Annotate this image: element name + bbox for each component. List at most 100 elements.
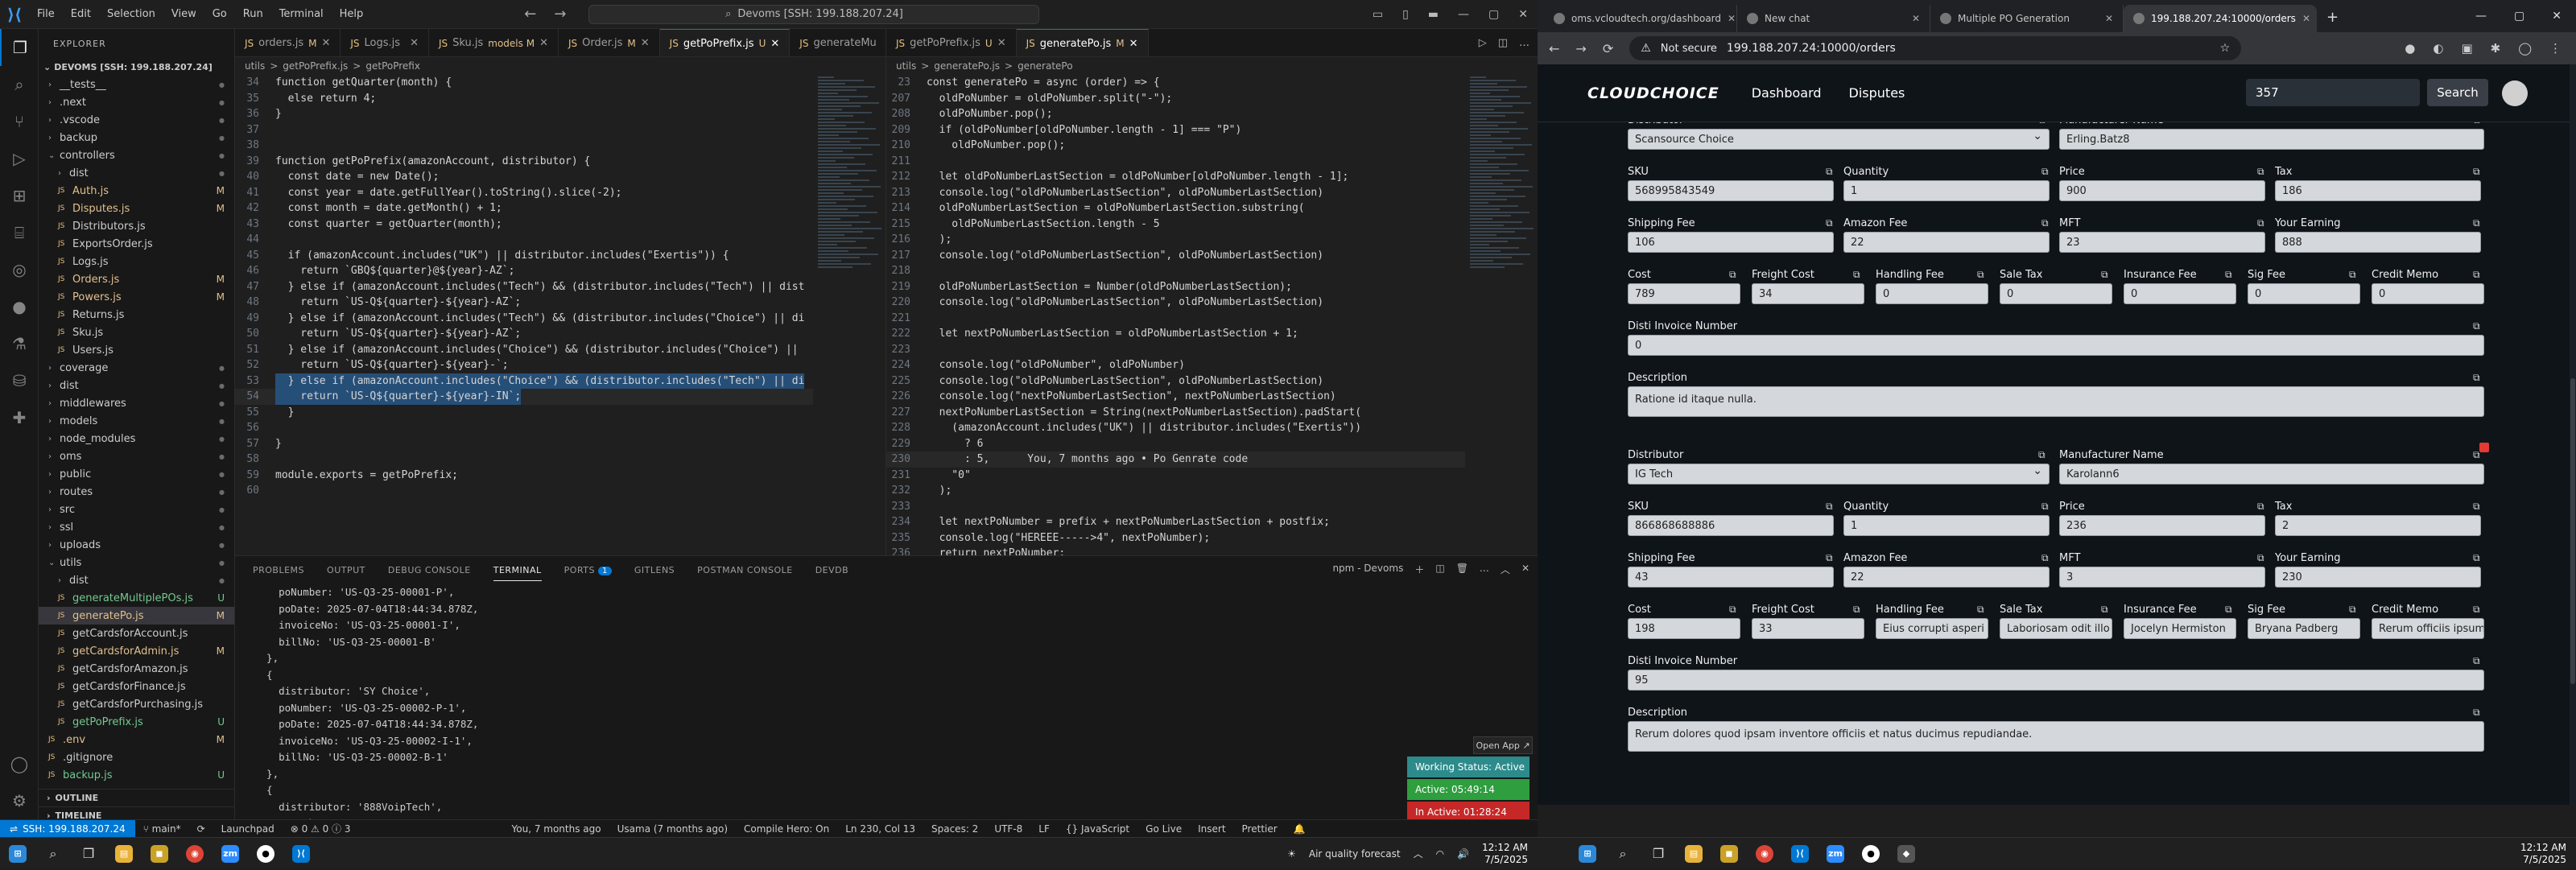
close-icon[interactable]: ✕ [641,37,650,49]
field-your-earning[interactable]: 230 [2275,567,2481,588]
postman-icon[interactable]: ● [0,288,39,325]
copy-icon[interactable]: ⧉ [2473,122,2480,126]
field-sku[interactable]: 866868688886 [1628,515,1834,536]
command-center[interactable]: ⌕ Devoms [SSH: 199.188.207.24] [588,4,1040,24]
tree-item[interactable]: › .vscode ● [39,111,234,129]
field-sku[interactable]: 568995843549 [1628,180,1834,201]
code-line[interactable]: 209 if (oldPoNumber[oldPoNumber.length -… [886,122,1538,138]
code-line[interactable]: 221 [886,311,1538,327]
search-icon[interactable]: ⌕ [35,838,71,870]
database-icon[interactable]: ⛁ [0,362,39,399]
extensions-icon[interactable]: ⊞ [0,177,39,214]
copy-icon[interactable]: ⧉ [1853,269,1860,281]
breadcrumb-item[interactable]: getPoPrefix.js [283,60,348,72]
breadcrumb-item[interactable]: utils [896,60,916,72]
account-icon[interactable]: ◯ [0,745,39,782]
close-icon[interactable]: ✕ [770,38,779,50]
split-icon[interactable]: ◫ [1498,37,1508,49]
tree-item[interactable]: › dist ● [39,164,234,182]
copy-icon[interactable]: ⧉ [1853,604,1860,616]
editor-tab[interactable]: JS getPoPrefix.js U ✕ [659,29,791,56]
testing-icon[interactable]: ⚗ [0,325,39,362]
code-line[interactable]: 51 } else if (amazonAccount.includes("Ch… [235,342,886,358]
tree-item[interactable]: JS Powers.js M [39,288,234,306]
close-icon[interactable]: ✕ [1129,38,1138,50]
run-debug-icon[interactable]: ▷ [0,140,39,177]
browser-tab[interactable]: Multiple PO Generation ✕ [1930,5,2124,32]
code-line[interactable]: 56 [235,420,886,436]
copy-icon[interactable]: ⧉ [1826,166,1833,178]
code-line[interactable]: 52 return `US-Q${quarter}-${year}-`; [235,357,886,373]
tree-item[interactable]: › ssl ● [39,518,234,536]
code-line[interactable]: 37 [235,122,886,138]
field-cost[interactable]: 789 [1628,283,1740,304]
add-terminal-icon[interactable]: ＋ [1414,563,1424,576]
tree-item[interactable]: › oms ● [39,447,234,465]
close-icon[interactable]: ✕ [1518,8,1528,21]
address-bar[interactable]: ⚠ Not secure 199.188.207.24:10000/orders… [1629,36,2242,60]
file-explorer-icon[interactable]: ▤ [1676,838,1711,870]
code-line[interactable]: 40 const date = new Date(); [235,169,886,185]
code-line[interactable]: 42 const month = date.getMonth() + 1; [235,200,886,216]
breadcrumb-item[interactable]: generatePo.js [934,60,1000,72]
field-mft[interactable]: 23 [2059,232,2265,253]
copy-icon[interactable]: ⧉ [1826,501,1833,513]
launchpad[interactable]: Launchpad [213,823,283,835]
code-editor-left[interactable]: 34 function getQuarter(month) {35 else re… [235,75,886,499]
copy-icon[interactable]: ⧉ [2041,217,2049,229]
explorer-icon[interactable]: ❐ [0,29,39,66]
windows-start-icon[interactable]: ⊞ [0,838,35,870]
minimap-left[interactable] [813,75,886,555]
copy-icon[interactable]: ⧉ [2101,269,2108,281]
panel-tab-devdb[interactable]: DEVDB [815,565,848,575]
tree-item[interactable]: JS ExportsOrder.js [39,235,234,253]
code-editor-right[interactable]: 23 const generatePo = async (order) => {2… [886,75,1538,562]
page-scrollbar-thumb[interactable] [2570,378,2575,684]
field-amazon-fee[interactable]: 22 [1843,232,2050,253]
prettier[interactable]: Prettier [1234,823,1286,835]
panel-tab-problems[interactable]: PROBLEMS [253,565,304,575]
compile-hero[interactable]: Compile Hero: On [736,823,837,835]
panel-tab-postman-console[interactable]: POSTMAN CONSOLE [697,565,793,575]
copy-icon[interactable]: ⧉ [2473,707,2480,719]
close-icon[interactable]: ✕ [410,37,419,49]
tree-item[interactable]: › dist ● [39,571,234,589]
workspace-root[interactable]: ⌄ DEVOMS [SSH: 199.188.207.24] [39,58,234,76]
copy-icon[interactable]: ⧉ [2041,166,2049,178]
back-icon[interactable]: ← [1549,41,1559,56]
branch-indicator[interactable]: ⑂ main* [135,823,189,835]
terminal-output[interactable]: poNumber: 'US-Q3-25-00001-P', poDate: 20… [235,584,1538,848]
panel-tab-output[interactable]: OUTPUT [327,565,365,575]
task-view-icon[interactable]: ❐ [1641,838,1676,870]
run-icon[interactable]: ▷ [1479,37,1487,49]
code-line[interactable]: 38 [235,138,886,154]
field-insurance-fee[interactable]: 0 [2124,283,2236,304]
puzzle-icon[interactable]: ✱ [2491,41,2501,56]
code-line[interactable]: 212 let oldPoNumberLastSection = oldPoNu… [886,169,1538,185]
reload-icon[interactable]: ⟳ [1603,41,1613,56]
copy-icon[interactable]: ⧉ [1977,269,1984,281]
code-line[interactable]: 46 return `GBQ${quarter}@${year}-AZ`; [235,263,886,279]
field-shipping-fee[interactable]: 43 [1628,567,1834,588]
code-line[interactable]: 222 let nextPoNumberLastSection = oldPoN… [886,326,1538,342]
code-line[interactable]: 48 return `US-Q${quarter}-${year}-AZ`; [235,295,886,311]
tree-item[interactable]: › models ● [39,412,234,430]
copy-icon[interactable]: ⧉ [2473,217,2480,229]
field-manufacturer[interactable]: Karolann6 [2059,464,2484,484]
menu-view[interactable]: View [163,8,204,20]
copy-icon[interactable]: ⧉ [2473,552,2480,564]
breadcrumb-item[interactable]: > [921,60,929,72]
chrome-icon[interactable]: ◉ [1747,838,1782,870]
outline-section[interactable]: › OUTLINE [39,789,235,806]
code-line[interactable]: 214 oldPoNumberLastSection = oldPoNumber… [886,200,1538,216]
copy-icon[interactable]: ⧉ [2257,552,2264,564]
field-price[interactable]: 900 [2059,180,2265,201]
code-line[interactable]: 210 oldPoNumber.pop(); [886,138,1538,154]
extension-icon[interactable]: ▣ [2461,41,2472,56]
browser-tab[interactable]: oms.vcloudtech.org/dashboard ✕ [1544,5,1737,32]
split-terminal-icon[interactable]: ◫ [1435,563,1444,576]
nav-dashboard[interactable]: Dashboard [1752,85,1822,101]
editor-tab[interactable]: JSgenerateMu✕ [790,29,886,56]
close-panel-icon[interactable]: ✕ [1521,563,1530,576]
code-line[interactable]: 213 console.log("oldPoNumberLastSection"… [886,185,1538,201]
